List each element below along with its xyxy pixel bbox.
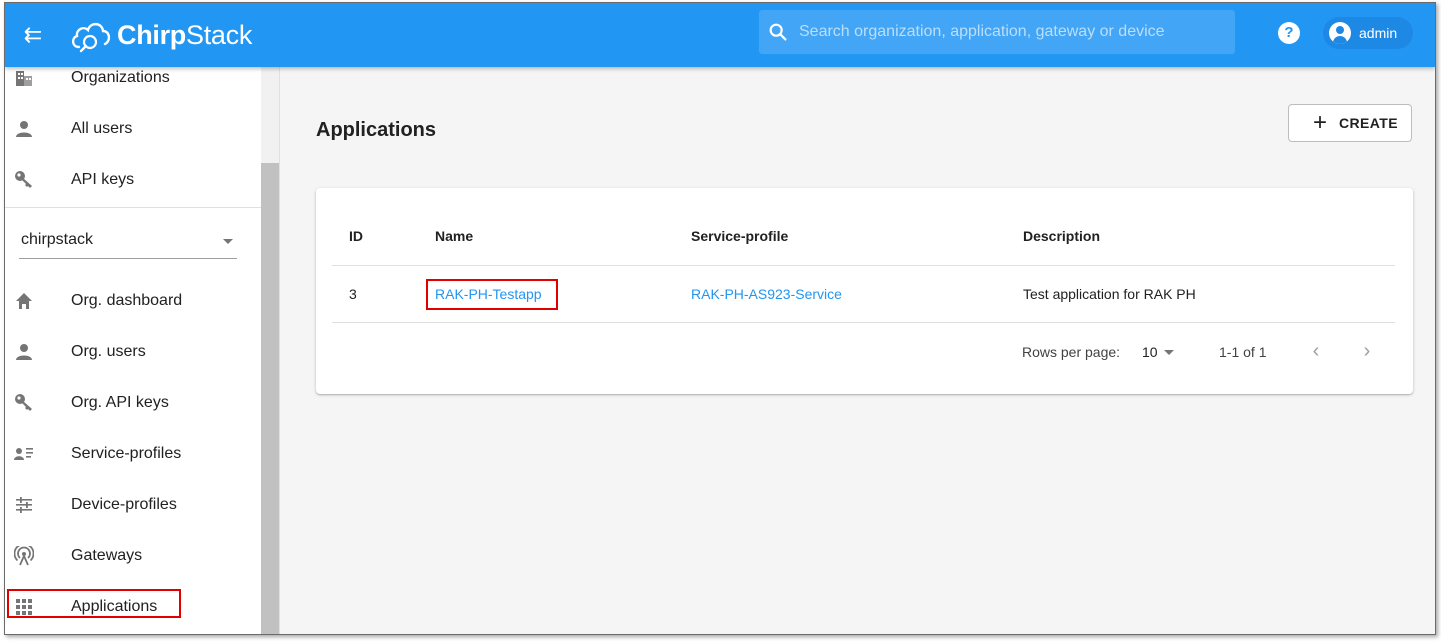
sidebar-item-label: Org. dashboard bbox=[71, 292, 183, 309]
sidebar-item-gateways[interactable]: Gateways bbox=[5, 531, 261, 581]
search-input[interactable] bbox=[799, 23, 1219, 41]
create-button-label: CREATE bbox=[1339, 115, 1398, 131]
organization-select[interactable]: chirpstack bbox=[19, 225, 237, 259]
sidebar-scrollbar-thumb[interactable] bbox=[261, 163, 279, 634]
sidebar-item-organizations[interactable]: Organizations bbox=[5, 67, 261, 103]
sidebar-item-org-users[interactable]: Org. users bbox=[5, 327, 261, 377]
person-icon bbox=[12, 340, 36, 364]
sidebar-item-org-dashboard[interactable]: Org. dashboard bbox=[5, 276, 261, 326]
sidebar-item-all-users[interactable]: All users bbox=[5, 104, 261, 154]
sidebar-item-org-api-keys[interactable]: Org. API keys bbox=[5, 378, 261, 428]
header-divider bbox=[332, 265, 1395, 266]
key-icon bbox=[12, 168, 36, 192]
sidebar-item-label: Service-profiles bbox=[71, 445, 182, 462]
rows-per-page-value: 10 bbox=[1142, 344, 1158, 360]
rows-per-page-select[interactable]: 10 bbox=[1142, 338, 1182, 364]
user-menu-button[interactable]: admin bbox=[1323, 17, 1413, 49]
chirpstack-logo[interactable]: ChirpStack bbox=[69, 13, 252, 57]
previous-page-button[interactable]: ‹ bbox=[1302, 338, 1330, 366]
column-header-description: Description bbox=[1023, 228, 1101, 244]
account-circle-icon bbox=[1329, 22, 1351, 44]
key-icon bbox=[12, 391, 36, 415]
pagination-range: 1-1 of 1 bbox=[1219, 344, 1267, 360]
tune-icon bbox=[12, 493, 36, 517]
sidebar-item-service-profiles[interactable]: Service-profiles bbox=[5, 429, 261, 479]
sidebar: Organizations All users API keys chirpst… bbox=[5, 67, 280, 634]
sidebar-item-api-keys[interactable]: API keys bbox=[5, 155, 261, 205]
app-window: ⇇ ChirpStack ? admin bbox=[4, 2, 1436, 635]
help-icon[interactable]: ? bbox=[1278, 22, 1300, 44]
cloud-logo-icon bbox=[71, 22, 111, 53]
account-details-icon bbox=[12, 442, 36, 466]
chevron-down-icon bbox=[223, 239, 233, 244]
sidebar-item-label: Org. users bbox=[71, 343, 146, 360]
column-header-service-profile: Service-profile bbox=[691, 228, 789, 244]
brand-name: ChirpStack bbox=[117, 19, 253, 50]
rows-per-page-label: Rows per page: bbox=[1022, 344, 1121, 360]
sidebar-item-label: Gateways bbox=[71, 547, 143, 564]
search-icon bbox=[769, 23, 787, 41]
row-divider bbox=[332, 322, 1395, 323]
applications-table-card: ID Name Service-profile Description 3 RA… bbox=[316, 188, 1413, 394]
sidebar-item-label: Device-profiles bbox=[71, 496, 177, 513]
service-profile-link[interactable]: RAK-PH-AS923-Service bbox=[691, 286, 842, 302]
sidebar-item-label: Org. API keys bbox=[71, 394, 169, 411]
cell-id: 3 bbox=[349, 286, 357, 302]
search-bar[interactable] bbox=[759, 10, 1235, 54]
building-icon bbox=[12, 67, 36, 90]
sidebar-item-label: Organizations bbox=[71, 69, 170, 86]
application-name-link[interactable]: RAK-PH-Testapp bbox=[435, 286, 542, 302]
cell-description: Test application for RAK PH bbox=[1023, 286, 1196, 302]
chevron-down-icon bbox=[1164, 350, 1174, 355]
create-button[interactable]: + CREATE bbox=[1288, 104, 1412, 142]
sidebar-item-label: Applications bbox=[71, 598, 158, 615]
page-title: Applications bbox=[316, 119, 437, 141]
next-page-button[interactable]: › bbox=[1353, 338, 1381, 366]
column-header-id: ID bbox=[349, 228, 363, 244]
sidebar-item-device-profiles[interactable]: Device-profiles bbox=[5, 480, 261, 530]
plus-icon: + bbox=[1313, 109, 1328, 136]
sidebar-item-applications[interactable]: Applications bbox=[5, 582, 261, 632]
user-name: admin bbox=[1359, 25, 1398, 41]
sidebar-item-label: All users bbox=[71, 120, 133, 137]
organization-select-value: chirpstack bbox=[21, 231, 94, 248]
apps-icon bbox=[12, 595, 36, 619]
column-header-name: Name bbox=[435, 228, 474, 244]
divider bbox=[5, 207, 261, 208]
sidebar-item-label: API keys bbox=[71, 171, 135, 188]
collapse-menu-icon[interactable]: ⇇ bbox=[19, 21, 47, 49]
radio-tower-icon bbox=[12, 544, 36, 568]
person-icon bbox=[12, 117, 36, 141]
home-icon bbox=[12, 289, 36, 313]
top-app-bar: ⇇ ChirpStack ? admin bbox=[5, 3, 1435, 67]
